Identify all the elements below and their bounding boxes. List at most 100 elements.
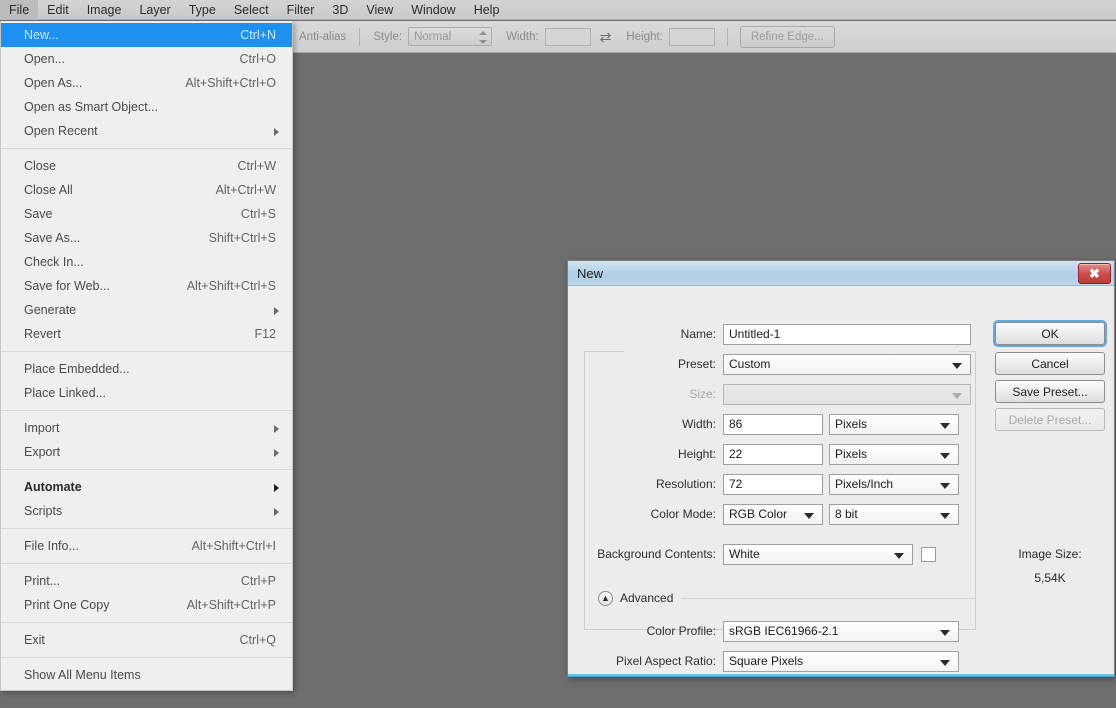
menu-item-save-as[interactable]: Save As... Shift+Ctrl+S <box>1 226 292 250</box>
background-contents-value: White <box>729 547 760 561</box>
menu-item-new[interactable]: New... Ctrl+N <box>1 23 292 47</box>
menu-item-label: Import <box>24 421 60 435</box>
file-menu-dropdown[interactable]: New... Ctrl+N Open... Ctrl+O Open As... Alt+S… <box>0 21 293 691</box>
menu-item-label: Print One Copy <box>24 598 110 612</box>
menu-item-import[interactable]: Import <box>1 416 292 440</box>
image-size-value: 5,54K <box>1034 571 1066 585</box>
resolution-unit-select[interactable]: Pixels/Inch <box>829 473 959 495</box>
menu-item-close-all[interactable]: Close All Alt+Ctrl+W <box>1 178 292 202</box>
chevron-down-icon <box>940 452 950 459</box>
menu-item-label: Export <box>24 445 61 459</box>
pixel-aspect-ratio-select[interactable]: Square Pixels <box>723 650 959 672</box>
menubar-item-view[interactable]: View <box>357 0 402 20</box>
menu-item-generate[interactable]: Generate <box>1 298 292 322</box>
menubar-item-file[interactable]: File <box>0 0 39 20</box>
menu-item-print-one-copy[interactable]: Print One Copy Alt+Shift+Ctrl+P <box>1 593 292 617</box>
background-transparency-checkbox[interactable] <box>921 546 936 562</box>
menu-bar: File Edit Image Layer Type Select Filter 3D View… <box>0 0 1116 20</box>
menubar-item-image[interactable]: Image <box>78 0 131 20</box>
close-icon[interactable]: ✖ <box>1078 263 1111 284</box>
menu-item-open-as-smart-object[interactable]: Open as Smart Object... <box>1 95 292 119</box>
dialog-button-column: OK Cancel Save Preset... Delete Preset..… <box>995 322 1105 436</box>
menubar-item-edit[interactable]: Edit <box>38 0 78 20</box>
menubar-item-help[interactable]: Help <box>465 0 509 20</box>
menu-item-close[interactable]: Close Ctrl+W <box>1 154 292 178</box>
menu-item-shortcut: Ctrl+O <box>239 52 276 66</box>
height-unit-select[interactable]: Pixels <box>829 443 959 465</box>
menu-item-shortcut: Ctrl+S <box>240 207 276 221</box>
height-label: Height: <box>677 447 716 461</box>
menu-item-file-info[interactable]: File Info... Alt+Shift+Ctrl+I <box>1 534 292 558</box>
options-height-input[interactable] <box>668 27 715 46</box>
menu-item-shortcut: F12 <box>254 327 276 341</box>
color-profile-select[interactable]: sRGB IEC61966-2.1 <box>723 620 959 642</box>
cancel-button[interactable]: Cancel <box>995 352 1105 375</box>
delete-preset-button[interactable]: Delete Preset... <box>995 408 1105 431</box>
submenu-arrow-icon <box>274 508 279 516</box>
submenu-arrow-icon <box>274 449 279 457</box>
menu-item-check-in[interactable]: Check In... <box>1 250 292 274</box>
color-depth-select[interactable]: 8 bit <box>829 503 959 525</box>
menu-item-automate[interactable]: Automate <box>1 475 292 499</box>
color-profile-value: sRGB IEC61966-2.1 <box>729 624 839 638</box>
options-separator <box>359 27 361 46</box>
style-select-value: Normal <box>414 30 452 43</box>
menu-item-export[interactable]: Export <box>1 440 292 464</box>
menu-item-label: Show All Menu Items <box>24 668 141 682</box>
menu-item-place-embedded[interactable]: Place Embedded... <box>1 357 292 381</box>
menu-separator <box>1 622 292 623</box>
chevron-down-icon <box>940 422 950 429</box>
menubar-item-type[interactable]: Type <box>180 0 225 20</box>
dialog-body: Name: Untitled-1 Preset: Custom Size: Wi… <box>568 286 1114 677</box>
menu-item-label: Open... <box>24 52 65 66</box>
dialog-titlebar[interactable]: New ✖ <box>568 261 1114 286</box>
chevron-down-icon <box>952 392 962 399</box>
advanced-section-header[interactable]: ▲ Advanced <box>598 589 976 607</box>
menu-item-exit[interactable]: Exit Ctrl+Q <box>1 628 292 652</box>
ok-button[interactable]: OK <box>995 322 1105 345</box>
name-input[interactable]: Untitled-1 <box>723 323 971 345</box>
options-separator-2 <box>726 27 728 46</box>
preset-label: Preset: <box>677 357 716 371</box>
save-preset-button[interactable]: Save Preset... <box>995 380 1105 403</box>
preset-group-frame-top-left <box>584 351 624 352</box>
menu-item-show-all-menu-items[interactable]: Show All Menu Items <box>1 663 292 687</box>
name-label: Name: <box>680 327 716 341</box>
menu-item-shortcut: Alt+Shift+Ctrl+I <box>191 539 276 553</box>
menubar-item-select[interactable]: Select <box>225 0 278 20</box>
menubar-item-layer[interactable]: Layer <box>130 0 179 20</box>
menu-item-save[interactable]: Save Ctrl+S <box>1 202 292 226</box>
anti-alias-label: Anti-alias <box>299 30 347 43</box>
menu-item-shortcut: Ctrl+W <box>237 159 276 173</box>
chevron-up-circle-icon[interactable]: ▲ <box>598 590 613 606</box>
preset-select[interactable]: Custom <box>723 353 971 375</box>
swap-arrows-icon[interactable]: ⇄ <box>600 30 612 44</box>
menu-item-open-recent[interactable]: Open Recent <box>1 119 292 143</box>
menu-item-open[interactable]: Open... Ctrl+O <box>1 47 292 71</box>
menu-item-scripts[interactable]: Scripts <box>1 499 292 523</box>
color-mode-select[interactable]: RGB Color <box>723 503 823 525</box>
refine-edge-button[interactable]: Refine Edge... <box>739 25 835 48</box>
width-unit-select[interactable]: Pixels <box>829 413 959 435</box>
pixel-aspect-ratio-label: Pixel Aspect Ratio: <box>615 654 716 668</box>
menu-item-place-linked[interactable]: Place Linked... <box>1 381 292 405</box>
menu-item-revert[interactable]: Revert F12 <box>1 322 292 346</box>
resolution-input[interactable]: 72 <box>723 473 823 495</box>
style-select[interactable]: Normal <box>408 27 493 46</box>
width-input[interactable]: 86 <box>723 413 823 435</box>
menubar-item-window[interactable]: Window <box>402 0 464 20</box>
menubar-item-filter[interactable]: Filter <box>278 0 324 20</box>
color-mode-value: RGB Color <box>729 507 788 521</box>
options-width-input[interactable] <box>544 27 591 46</box>
image-size-label: Image Size: <box>1018 547 1082 561</box>
menu-separator <box>1 528 292 529</box>
menubar-item-3d[interactable]: 3D <box>323 0 357 20</box>
size-label: Size: <box>689 387 716 401</box>
menu-item-save-for-web[interactable]: Save for Web... Alt+Shift+Ctrl+S <box>1 274 292 298</box>
menu-item-print[interactable]: Print... Ctrl+P <box>1 569 292 593</box>
size-select[interactable] <box>723 383 971 405</box>
resolution-unit-value: Pixels/Inch <box>835 477 894 491</box>
menu-item-open-as[interactable]: Open As... Alt+Shift+Ctrl+O <box>1 71 292 95</box>
height-input[interactable]: 22 <box>723 443 823 465</box>
background-contents-select[interactable]: White <box>723 543 913 565</box>
